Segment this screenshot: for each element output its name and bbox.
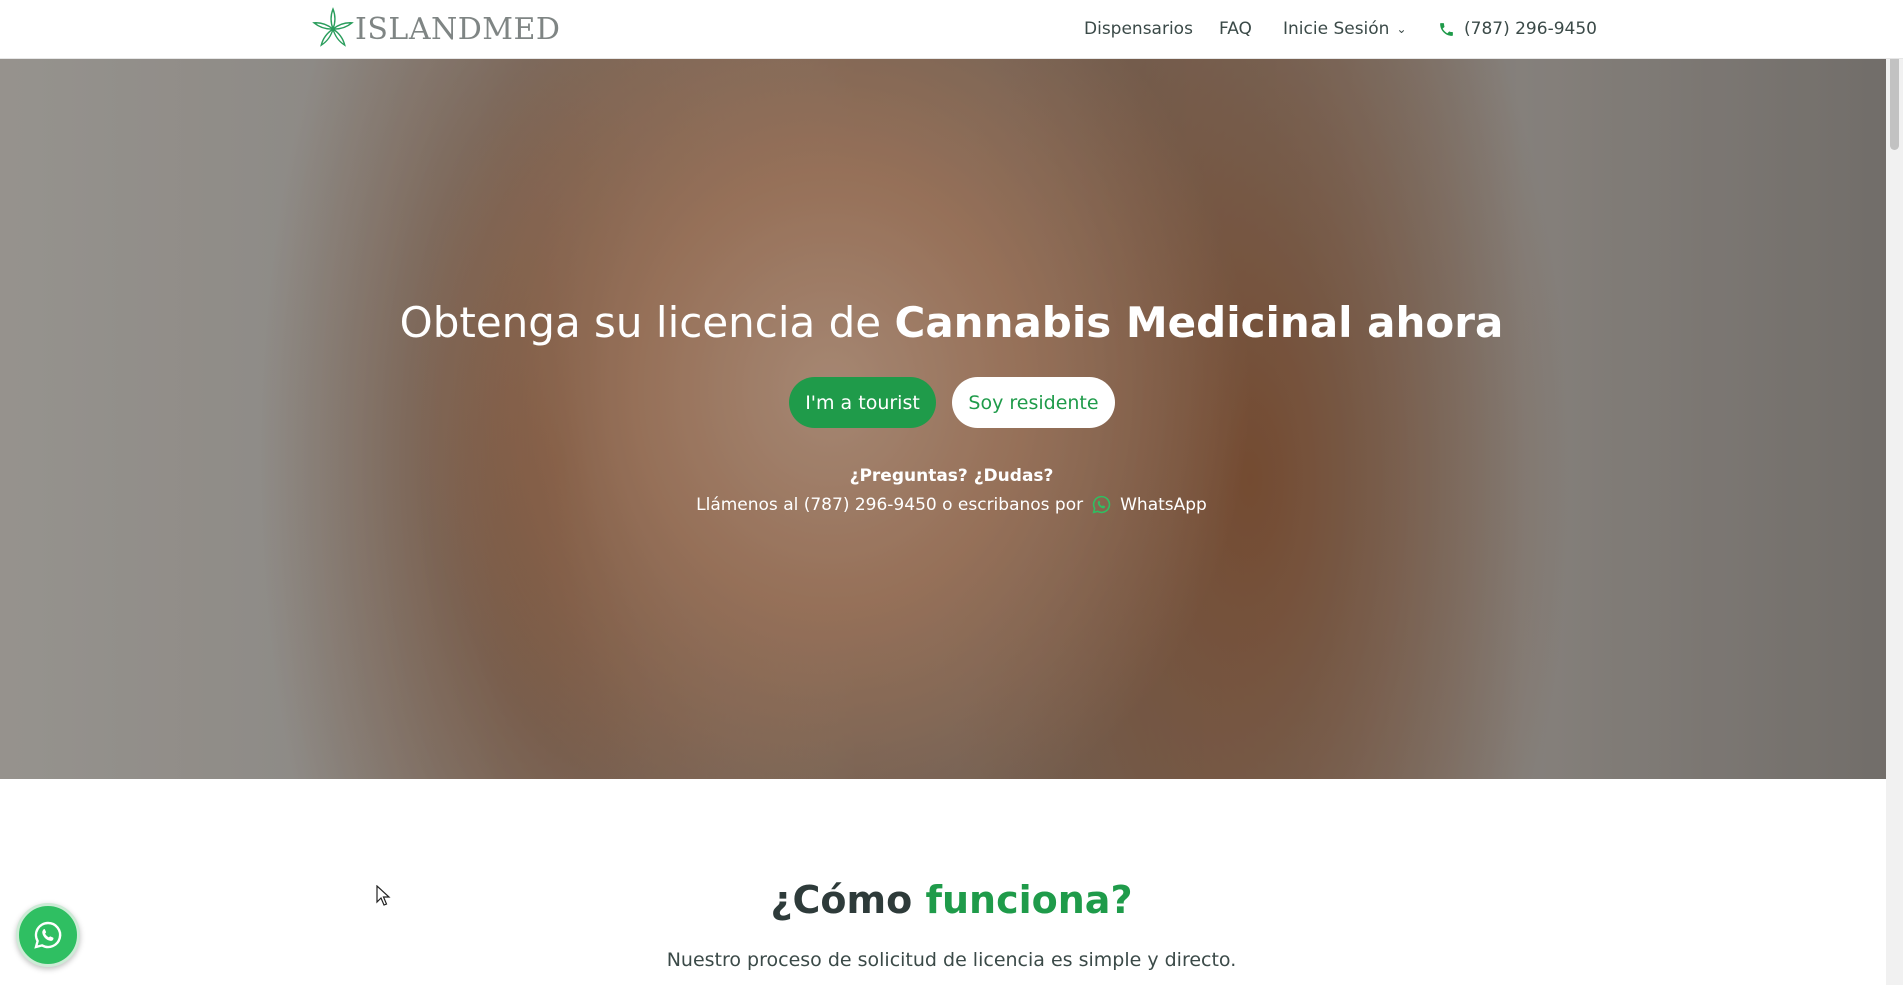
section-title-part1: ¿Cómo [770, 878, 926, 922]
section-title-part2: funciona? [925, 878, 1133, 922]
leaf-star-logo-icon [312, 7, 354, 47]
nav-phone-link[interactable]: (787) 296-9450 [1438, 19, 1597, 39]
hero-section: Obtenga su licencia de Cannabis Medicina… [0, 59, 1903, 779]
nav-login-dropdown[interactable]: Inicie Sesión ⌄ [1283, 19, 1407, 39]
hero-questions: ¿Preguntas? ¿Dudas? [849, 466, 1054, 486]
nav-dispensaries[interactable]: Dispensarios [1084, 19, 1193, 39]
mouse-cursor-icon [376, 885, 391, 906]
hero-contact-line: Llámenos al (787) 296-9450 o escribanos … [0, 494, 1903, 515]
hero-title-normal: Obtenga su licencia de [399, 298, 895, 347]
whatsapp-icon [1092, 495, 1111, 514]
page-scrollbar[interactable] [1886, 0, 1903, 985]
whatsapp-link[interactable]: WhatsApp [1120, 495, 1207, 515]
whatsapp-icon [34, 921, 62, 949]
logo[interactable]: ISLANDMED [311, 7, 561, 50]
hero-buttons: I'm a tourist Soy residente [789, 377, 1115, 428]
tourist-button[interactable]: I'm a tourist [789, 377, 936, 428]
logo-text: ISLANDMED [355, 11, 561, 47]
nav-phone-number: (787) 296-9450 [1464, 19, 1597, 39]
resident-button[interactable]: Soy residente [952, 377, 1115, 428]
phone-icon [1440, 22, 1453, 36]
section-subtitle: Nuestro proceso de solicitud de licencia… [666, 949, 1237, 971]
section-title: ¿Cómo funciona? [0, 878, 1903, 922]
hero-title-bold: Cannabis Medicinal ahora [894, 298, 1504, 347]
whatsapp-float-button[interactable] [16, 903, 80, 967]
hero-title: Obtenga su licencia de Cannabis Medicina… [0, 298, 1903, 347]
chevron-down-icon: ⌄ [1396, 22, 1407, 36]
site-header: ISLANDMED Dispensarios FAQ Inicie Sesión… [0, 0, 1903, 59]
nav-faq[interactable]: FAQ [1219, 19, 1252, 39]
nav-login-label: Inicie Sesión [1283, 19, 1390, 39]
hero-contact-text: Llámenos al (787) 296-9450 o escribanos … [696, 494, 1084, 515]
